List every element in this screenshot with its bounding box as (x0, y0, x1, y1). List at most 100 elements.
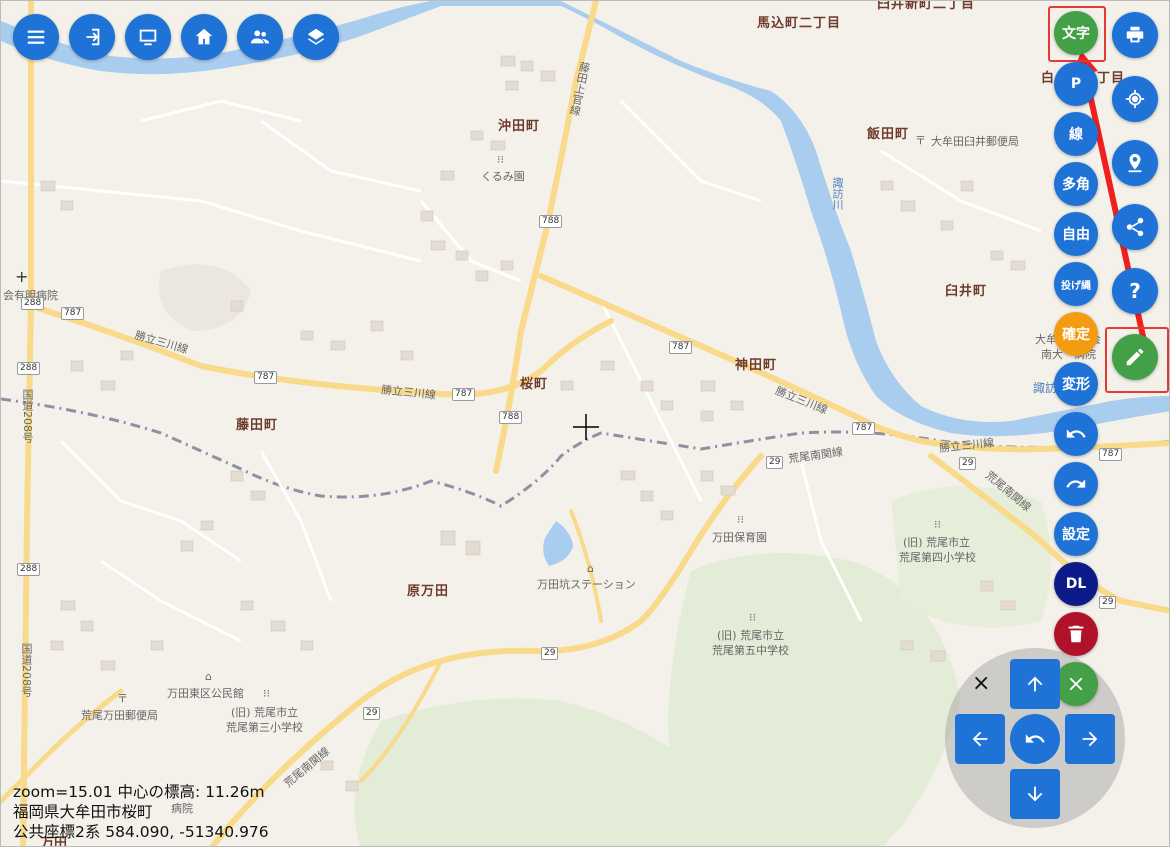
draw-close-button[interactable] (1054, 662, 1098, 706)
download-label: DL (1065, 576, 1087, 592)
pin-button[interactable] (1112, 140, 1158, 186)
coordinate-text: 公共座標2系 584.090, -51340.976 (13, 823, 269, 841)
poi-label: 荒尾第四小学校 (899, 551, 976, 564)
road-label: 国道208号 (21, 389, 34, 443)
arrow-left-icon (972, 731, 988, 747)
confirm-label: 確定 (1062, 327, 1090, 343)
locate-button[interactable] (1112, 76, 1158, 122)
route-shield: 288 (17, 362, 41, 375)
place-label: 臼井町 (945, 284, 988, 299)
point-tool-label: P (1070, 76, 1082, 92)
poi-label: 大牟田臼井郵便局 (931, 135, 1019, 148)
rotate-icon (1025, 734, 1045, 743)
line-tool-button[interactable]: 線 (1054, 112, 1098, 156)
menu-button[interactable] (13, 14, 59, 60)
road-label: 国道208号 (20, 643, 33, 697)
rotate-reset-button[interactable] (1010, 714, 1060, 764)
poi-label: 万田東区公民館 (167, 687, 244, 700)
login-button[interactable] (69, 14, 115, 60)
route-shield: 787 (452, 388, 476, 401)
pan-up-button[interactable] (1010, 659, 1060, 709)
home-button[interactable] (181, 14, 227, 60)
place-label: 沖田町 (498, 119, 541, 134)
arrow-up-icon (1027, 676, 1043, 692)
route-shield: 29 (363, 707, 381, 720)
help-button[interactable]: ? (1112, 268, 1158, 314)
poi-label: 荒尾第三小学校 (226, 721, 303, 734)
share-button[interactable] (1112, 204, 1158, 250)
zoom-elevation-text: zoom=15.01 中心の標高: 11.26m (13, 783, 265, 801)
delete-button[interactable] (1054, 612, 1098, 656)
freehand-tool-button[interactable]: 自由 (1054, 212, 1098, 256)
pan-left-button[interactable] (955, 714, 1005, 764)
close-icon (1069, 677, 1083, 691)
route-shield: 788 (539, 215, 563, 228)
lasso-tool-label: 投げ縄 (1061, 280, 1091, 292)
polygon-tool-label: 多角 (1062, 177, 1090, 193)
place-label: 桜町 (520, 377, 549, 392)
museum-icon: ⌂ (205, 670, 212, 683)
redo-button[interactable] (1054, 462, 1098, 506)
print-icon (1126, 26, 1144, 43)
settings-button[interactable]: 設定 (1054, 512, 1098, 556)
transform-label: 変形 (1062, 377, 1090, 393)
line-tool-label: 線 (1069, 127, 1083, 143)
print-button[interactable] (1112, 12, 1158, 58)
school-icon: ⁝⁝ (934, 518, 941, 531)
pan-right-button[interactable] (1065, 714, 1115, 764)
transform-button[interactable]: 変形 (1054, 362, 1098, 406)
highlight-box-edit (1105, 327, 1169, 393)
people-button[interactable] (237, 14, 283, 60)
locate-icon (1125, 89, 1145, 109)
post-office-icon: 〒 (915, 134, 926, 147)
hospital-icon: + (15, 267, 29, 286)
poi-label: (旧) 荒尾市立 (231, 706, 299, 719)
pan-down-button[interactable] (1010, 769, 1060, 819)
poi-label: (旧) 荒尾市立 (717, 629, 785, 642)
poi-label: (旧) 荒尾市立 (903, 536, 971, 549)
school-icon: ⁝⁝ (263, 687, 270, 700)
route-shield: 29 (766, 456, 784, 469)
place-label: 神田町 (735, 358, 778, 373)
route-shield: 788 (499, 411, 523, 424)
help-icon: ? (1129, 279, 1141, 303)
pin-icon (1128, 153, 1142, 173)
share-icon (1126, 217, 1144, 237)
trash-icon (1068, 625, 1084, 643)
place-label: 飯田町 (867, 127, 910, 142)
museum-icon: ⌂ (587, 562, 594, 575)
address-text: 福岡県大牟田市桜町 (13, 803, 153, 821)
school-icon: ⁝⁝ (497, 153, 504, 166)
place-label: 臼井新町二丁目 (877, 0, 976, 12)
route-shield: 29 (541, 647, 559, 660)
highlight-box-text (1048, 6, 1106, 62)
poi-label: 万田坑ステーション (537, 578, 636, 591)
polygon-tool-button[interactable]: 多角 (1054, 162, 1098, 206)
place-label: 藤田町 (236, 418, 279, 433)
place-label: 原万田 (407, 584, 450, 599)
people-icon (250, 30, 270, 44)
undo-icon (1066, 429, 1086, 438)
route-shield: 787 (852, 422, 876, 435)
poi-label: くるみ園 (481, 170, 525, 183)
arrow-down-icon (1027, 786, 1043, 802)
poi-label: 荒尾万田郵便局 (81, 709, 158, 722)
place-label: 馬込町二丁目 (757, 16, 842, 31)
route-shield: 787 (61, 307, 85, 320)
layers-button[interactable] (293, 14, 339, 60)
menu-icon (27, 30, 45, 44)
monitor-button[interactable] (125, 14, 171, 60)
nav-pad-close[interactable]: × (972, 671, 990, 696)
route-shield: 787 (254, 371, 278, 384)
school-icon: ⁝⁝ (737, 513, 744, 526)
point-tool-button[interactable]: P (1054, 62, 1098, 106)
login-icon (86, 28, 100, 46)
confirm-button[interactable]: 確定 (1054, 312, 1098, 356)
route-shield: 29 (959, 457, 977, 470)
poi-label: 病院 (171, 802, 193, 815)
freehand-tool-label: 自由 (1062, 227, 1090, 243)
download-button[interactable]: DL (1054, 562, 1098, 606)
undo-button[interactable] (1054, 412, 1098, 456)
lasso-tool-button[interactable]: 投げ縄 (1054, 262, 1098, 306)
river-label: 諏訪川 (831, 177, 844, 210)
